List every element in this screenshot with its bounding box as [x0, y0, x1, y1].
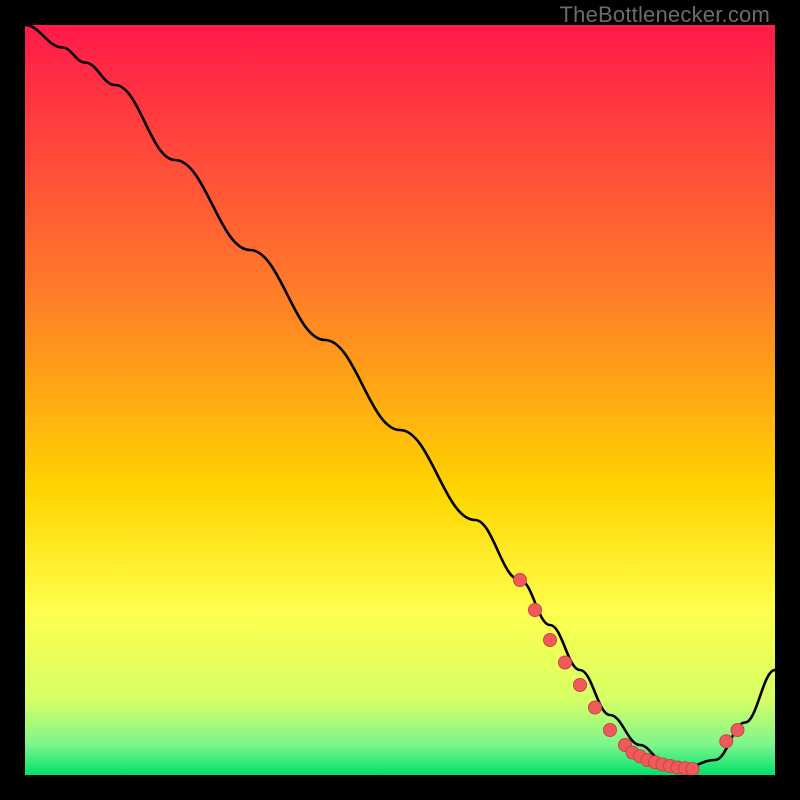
data-point-marker	[686, 763, 699, 776]
data-point-marker	[514, 574, 527, 587]
data-point-marker	[559, 656, 572, 669]
data-point-marker	[529, 604, 542, 617]
data-point-marker	[544, 634, 557, 647]
data-point-marker	[604, 724, 617, 737]
bottleneck-chart	[25, 25, 775, 775]
chart-frame	[25, 25, 775, 775]
data-point-marker	[720, 735, 733, 748]
gradient-background	[25, 25, 775, 775]
data-point-marker	[574, 679, 587, 692]
data-point-marker	[589, 701, 602, 714]
data-point-marker	[731, 724, 744, 737]
